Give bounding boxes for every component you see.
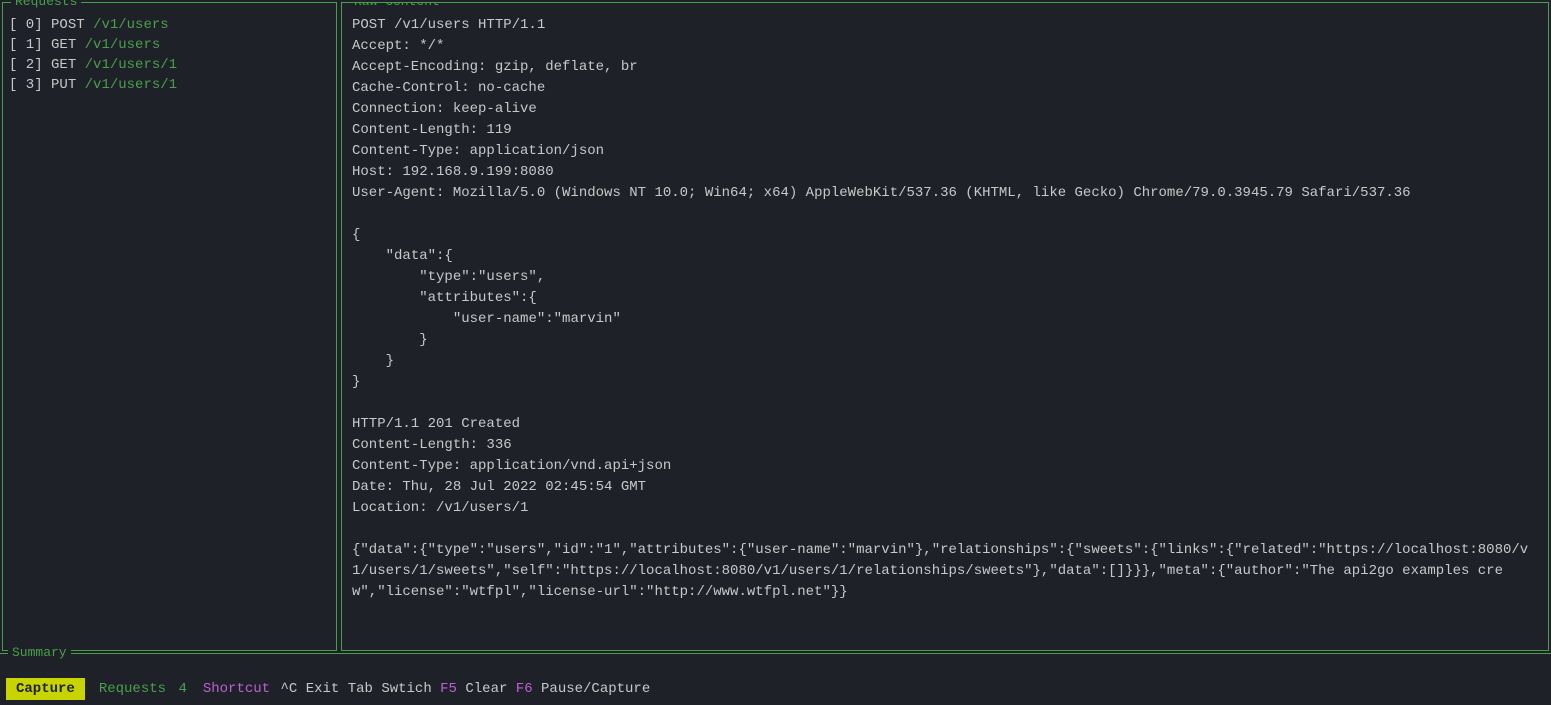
request-item-1[interactable]: [ 1] GET /v1/users [9, 35, 330, 55]
requests-panel: Requests [ 0] POST /v1/users[ 1] GET /v1… [2, 2, 337, 651]
request-item-0[interactable]: [ 0] POST /v1/users [9, 15, 330, 35]
raw-content-panel: Raw Content POST /v1/users HTTP/1.1 Acce… [341, 2, 1549, 651]
requests-panel-title: Requests [11, 0, 81, 9]
tab-label: Tab [348, 681, 373, 697]
raw-content-panel-title: Raw Content [350, 2, 444, 9]
requests-label: Requests [99, 681, 166, 697]
f5-label: F5 [440, 681, 457, 697]
requests-list: [ 0] POST /v1/users[ 1] GET /v1/users[ 2… [3, 7, 336, 103]
status-info: Requests 4 Shortcut ^C Exit Tab Swtich F… [85, 681, 664, 697]
raw-content-body[interactable]: POST /v1/users HTTP/1.1 Accept: */* Acce… [342, 7, 1548, 651]
exit-label: Exit [306, 681, 340, 697]
switch-label: Swtich [381, 681, 431, 697]
request-item-3[interactable]: [ 3] PUT /v1/users/1 [9, 75, 330, 95]
shortcut-label: Shortcut [203, 681, 270, 697]
f6-label: F6 [516, 681, 533, 697]
status-bar: Capture Requests 4 Shortcut ^C Exit Tab … [0, 673, 1551, 705]
main-area: Requests [ 0] POST /v1/users[ 1] GET /v1… [0, 0, 1551, 653]
capture-button[interactable]: Capture [6, 678, 85, 700]
pause-capture-label: Pause/Capture [541, 681, 650, 697]
shortcut-key: ^C [280, 681, 297, 697]
requests-count: 4 [178, 681, 186, 697]
clear-label: Clear [465, 681, 507, 697]
summary-bar: Summary Capture Requests 4 Shortcut ^C E… [0, 653, 1551, 705]
summary-title: Summary [8, 645, 71, 660]
request-item-2[interactable]: [ 2] GET /v1/users/1 [9, 55, 330, 75]
